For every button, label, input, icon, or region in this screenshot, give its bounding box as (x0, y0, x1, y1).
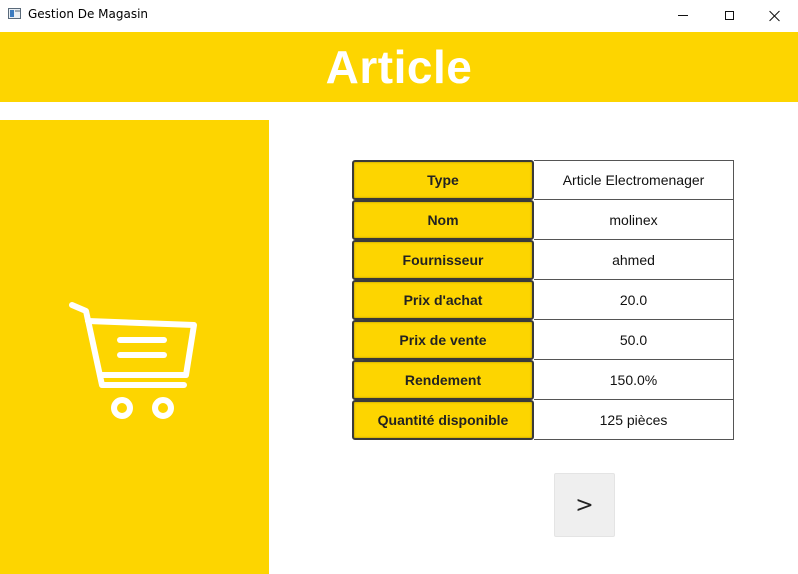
table-row: Nom molinex (352, 200, 734, 240)
table-row: Rendement 150.0% (352, 360, 734, 400)
row-value: molinex (534, 200, 734, 240)
table-row: Type Article Electromenager (352, 160, 734, 200)
row-label: Rendement (352, 360, 534, 400)
table-row: Fournisseur ahmed (352, 240, 734, 280)
row-value: Article Electromenager (534, 160, 734, 200)
row-label: Fournisseur (352, 240, 534, 280)
row-value: 20.0 (534, 280, 734, 320)
row-label: Prix de vente (352, 320, 534, 360)
page-title: Article (325, 41, 473, 93)
row-label: Quantité disponible (352, 400, 534, 440)
window-titlebar: Gestion De Magasin (0, 0, 798, 31)
row-value: ahmed (534, 240, 734, 280)
minimize-icon (678, 15, 688, 16)
table-row: Prix d'achat 20.0 (352, 280, 734, 320)
maximize-button[interactable] (706, 0, 752, 31)
table-row: Quantité disponible 125 pièces (352, 400, 734, 440)
article-details-table: Type Article Electromenager Nom molinex … (352, 160, 734, 440)
row-label: Nom (352, 200, 534, 240)
row-label: Prix d'achat (352, 280, 534, 320)
row-value: 50.0 (534, 320, 734, 360)
shopping-cart-icon (69, 302, 197, 419)
maximize-icon (724, 11, 734, 20)
next-button[interactable]: > (554, 473, 615, 537)
table-row: Prix de vente 50.0 (352, 320, 734, 360)
header-banner: Article (0, 32, 798, 102)
close-icon (769, 10, 781, 22)
app-icon (8, 8, 21, 19)
row-value: 125 pièces (534, 400, 734, 440)
row-value: 150.0% (534, 360, 734, 400)
minimize-button[interactable] (660, 0, 706, 31)
window-title: Gestion De Magasin (28, 7, 149, 21)
close-button[interactable] (752, 0, 798, 31)
row-label: Type (352, 160, 534, 200)
